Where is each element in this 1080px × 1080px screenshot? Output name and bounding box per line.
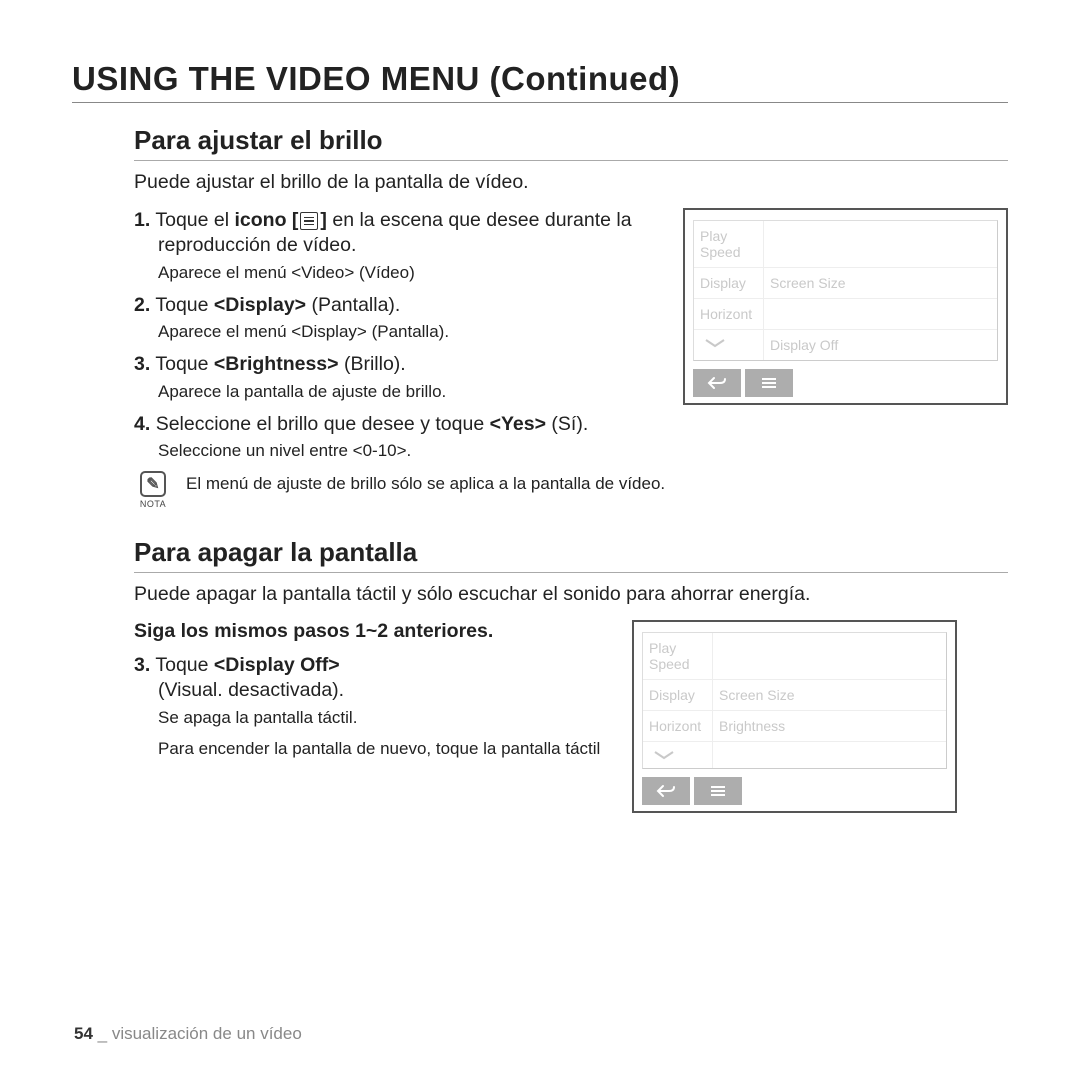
note-label: NOTA [140,499,166,509]
menu-item[interactable]: Display [643,680,713,710]
note-block: ✎ NOTA El menú de ajuste de brillo sólo … [134,471,1008,509]
note-icon: ✎ [140,471,166,497]
step-text: Toque [155,353,214,375]
step-text: Toque [155,654,214,676]
menu-cell-empty [713,633,725,679]
step-post: (Pantalla). [306,294,400,316]
menu-item[interactable]: Play Speed [694,221,764,267]
menu-hamburger-icon [300,212,318,230]
footer-sep: _ [93,1024,112,1043]
step-1: 1. Toque el icono [] en la escena que de… [134,208,665,259]
device-menu: Play Speed DisplayScreen Size HorizontBr… [642,632,947,769]
step-text: Seleccione el brillo que desee y toque [156,413,490,435]
menu-item[interactable]: Horizont [643,711,713,741]
menu-cell-empty [764,299,776,329]
device-toolbar [642,777,947,805]
section-intro: Puede apagar la pantalla táctil y sólo e… [134,583,1008,606]
menu-item[interactable]: Play Speed [643,633,713,679]
substep: Para encender la pantalla de nuevo, toqu… [134,738,614,760]
section-intro: Puede ajustar el brillo de la pantalla d… [134,171,1008,194]
step-tail: (Visual. desactivada). [158,679,344,701]
step-text: Toque el [155,209,234,231]
note-text: El menú de ajuste de brillo sólo se apli… [186,471,665,494]
step-3: 3. Toque <Display Off> (Visual. desactiv… [134,653,614,704]
substep: Se apaga la pantalla táctil. [134,707,614,729]
menu-item[interactable]: Display Off [764,330,844,360]
device-menu: Play Speed DisplayScreen Size Horizont D… [693,220,998,361]
step-bold-post: ] [320,209,332,231]
menu-item[interactable]: Screen Size [713,680,800,710]
section-heading: Para apagar la pantalla [134,537,1008,573]
step-bold: <Display> [214,294,306,316]
footer-text: visualización de un vídeo [112,1024,302,1043]
step-bold: <Brightness> [214,353,339,375]
device-screenshot-2: Play Speed DisplayScreen Size HorizontBr… [632,620,957,813]
page-number: 54 [74,1024,93,1043]
step-2: 2. Toque <Display> (Pantalla). [134,293,665,318]
menu-button[interactable] [694,777,742,805]
device-toolbar [693,369,998,397]
substep: Aparece la pantalla de ajuste de brillo. [134,381,665,403]
step-3: 3. Toque <Brightness> (Brillo). [134,352,665,377]
menu-scroll-down-icon[interactable] [643,742,713,768]
menu-cell-empty [713,742,725,768]
section-brightness: Para ajustar el brillo Puede ajustar el … [72,125,1008,509]
step-bold: <Yes> [490,413,546,435]
bold-instruction: Siga los mismos pasos 1~2 anteriores. [134,620,614,643]
device-screenshot-1: Play Speed DisplayScreen Size Horizont D… [683,208,1008,405]
menu-button[interactable] [745,369,793,397]
menu-item[interactable]: Brightness [713,711,791,741]
step-bold: <Display Off> [214,654,340,676]
back-button[interactable] [693,369,741,397]
step-4: 4. Seleccione el brillo que desee y toqu… [134,412,1008,437]
menu-scroll-down-icon[interactable] [694,330,764,360]
substep: Aparece el menú <Video> (Vídeo) [134,262,665,284]
menu-item[interactable]: Display [694,268,764,298]
section-heading: Para ajustar el brillo [134,125,1008,161]
step-post: (Sí). [546,413,588,435]
step-post: (Brillo). [339,353,406,375]
substep: Aparece el menú <Display> (Pantalla). [134,321,665,343]
substep: Seleccione un nivel entre <0-10>. [134,440,1008,462]
section-display-off: Para apagar la pantalla Puede apagar la … [72,537,1008,813]
menu-cell-empty [764,221,776,267]
back-button[interactable] [642,777,690,805]
page-title: USING THE VIDEO MENU (Continued) [72,60,1008,103]
page-footer: 54 _ visualización de un vídeo [74,1024,302,1044]
step-text: Toque [155,294,214,316]
menu-item[interactable]: Screen Size [764,268,851,298]
menu-item[interactable]: Horizont [694,299,764,329]
step-bold: icono [ [235,209,299,231]
